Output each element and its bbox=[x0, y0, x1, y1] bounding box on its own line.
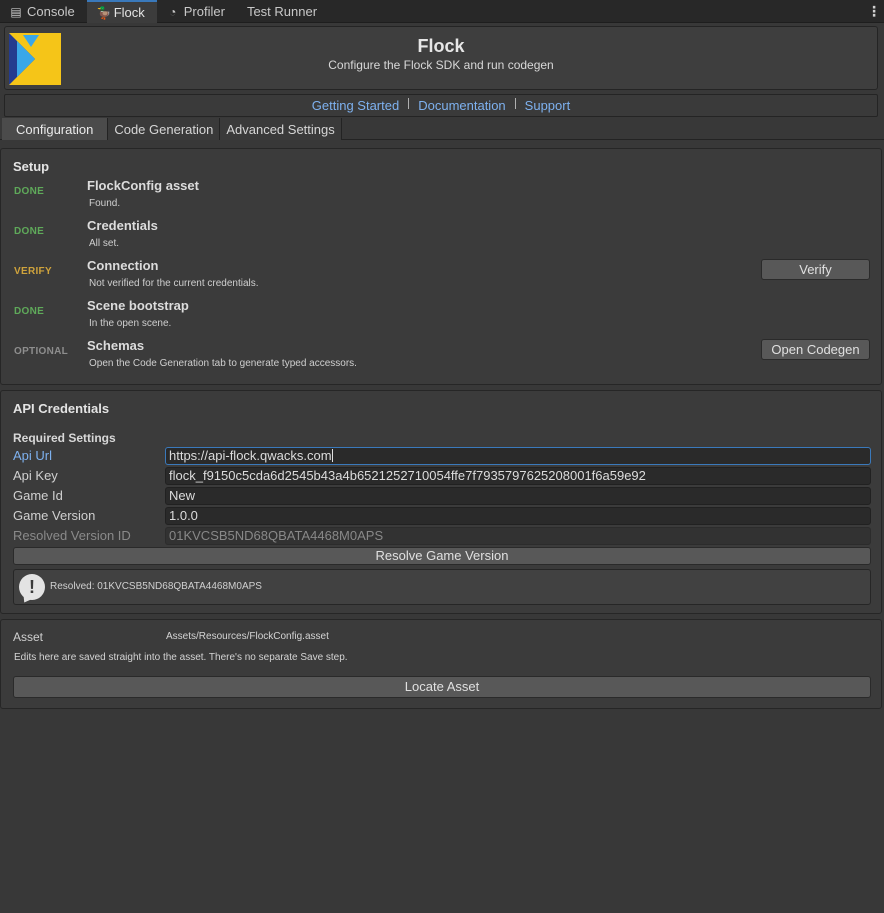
tab-configuration[interactable]: Configuration bbox=[2, 118, 109, 140]
tab-advanced-settings[interactable]: Advanced Settings bbox=[220, 118, 342, 140]
setup-row-title: Scene bootstrap bbox=[87, 298, 189, 313]
setup-row-credentials: DONE Credentials All set. bbox=[1, 218, 881, 258]
asset-panel: Asset Assets/Resources/FlockConfig.asset… bbox=[0, 619, 882, 709]
setup-row-title: FlockConfig asset bbox=[87, 178, 199, 193]
setup-row-scene-bootstrap: DONE Scene bootstrap In the open scene. bbox=[1, 298, 881, 338]
setup-panel: Setup DONE FlockConfig asset Found. DONE… bbox=[0, 148, 882, 385]
editor-window-tabs: ▤ Console 🦆 Flock ◔ Profiler Test Runner… bbox=[0, 0, 884, 23]
setup-row-desc: Found. bbox=[89, 198, 121, 209]
asset-label: Asset bbox=[13, 630, 44, 644]
help-links-bar: Getting Started Documentation Support bbox=[4, 94, 878, 117]
documentation-link[interactable]: Documentation bbox=[412, 98, 511, 113]
status-badge: DONE bbox=[14, 306, 45, 317]
game-version-label: Game Version bbox=[13, 508, 96, 523]
game-id-input[interactable]: New bbox=[165, 487, 871, 505]
game-id-label: Game Id bbox=[13, 488, 63, 503]
section-tabs: Configuration Code Generation Advanced S… bbox=[0, 118, 884, 140]
api-key-input[interactable]: flock_f9150c5cda6d2545b43a4b652125271005… bbox=[165, 467, 871, 485]
editor-tab-profiler[interactable]: ◔ Profiler bbox=[157, 0, 237, 23]
setup-row-desc: In the open scene. bbox=[89, 318, 172, 329]
duck-icon: 🦆 bbox=[96, 5, 112, 20]
api-url-input[interactable]: https://api-flock.qwacks.com bbox=[165, 447, 871, 465]
resolved-version-field: 01KVCSB5ND68QBATA4468M0APS bbox=[165, 527, 871, 545]
asset-note: Edits here are saved straight into the a… bbox=[14, 652, 348, 663]
text-caret bbox=[331, 449, 333, 462]
asset-path: Assets/Resources/FlockConfig.asset bbox=[166, 631, 329, 642]
setup-row-title: Credentials bbox=[87, 218, 158, 233]
setup-title: Setup bbox=[13, 159, 50, 174]
setup-row-desc: Open the Code Generation tab to generate… bbox=[89, 358, 357, 369]
profiler-gauge-icon: ◔ bbox=[169, 4, 177, 19]
console-icon: ▤ bbox=[10, 4, 22, 19]
tab-code-generation[interactable]: Code Generation bbox=[108, 118, 221, 140]
game-version-input[interactable]: 1.0.0 bbox=[165, 507, 871, 525]
link-divider bbox=[514, 98, 516, 109]
editor-tab-label: Console bbox=[27, 4, 75, 19]
editor-tab-console[interactable]: ▤ Console bbox=[0, 0, 87, 23]
setup-row-title: Connection bbox=[87, 258, 159, 273]
flock-header: Flock Configure the Flock SDK and run co… bbox=[4, 26, 878, 90]
support-link[interactable]: Support bbox=[519, 98, 577, 113]
status-badge: OPTIONAL bbox=[14, 346, 69, 357]
header-title: Flock bbox=[417, 36, 465, 56]
setup-row-config-asset: DONE FlockConfig asset Found. bbox=[1, 178, 881, 218]
required-settings-title: Required Settings bbox=[13, 431, 116, 445]
editor-tab-label: Test Runner bbox=[246, 4, 318, 19]
status-badge: DONE bbox=[14, 226, 45, 237]
api-url-value: https://api-flock.qwacks.com bbox=[169, 448, 332, 463]
open-codegen-button[interactable]: Open Codegen bbox=[761, 339, 870, 360]
status-badge: VERIFY bbox=[14, 266, 52, 277]
api-key-label: Api Key bbox=[13, 468, 58, 483]
setup-row-desc: All set. bbox=[89, 238, 120, 249]
resolved-version-label: Resolved Version ID bbox=[13, 528, 131, 543]
editor-tab-label: Profiler bbox=[183, 4, 225, 19]
kebab-menu-icon[interactable]: ⋮ bbox=[864, 0, 884, 22]
editor-tab-label: Flock bbox=[113, 5, 145, 20]
api-credentials-panel: API Credentials Required Settings Api Ur… bbox=[0, 390, 882, 614]
verify-button[interactable]: Verify bbox=[761, 259, 870, 280]
locate-asset-button[interactable]: Locate Asset bbox=[13, 676, 871, 698]
info-exclamation-icon: ! bbox=[19, 574, 45, 600]
resolved-info-text: Resolved: 01KVCSB5ND68QBATA4468M0APS bbox=[50, 581, 262, 592]
credentials-title: API Credentials bbox=[13, 401, 110, 416]
setup-row-title: Schemas bbox=[87, 338, 145, 353]
api-url-label: Api Url bbox=[13, 448, 53, 463]
editor-tab-test-runner[interactable]: Test Runner bbox=[237, 0, 329, 23]
resolved-info-box: ! Resolved: 01KVCSB5ND68QBATA4468M0APS bbox=[13, 569, 871, 605]
header-subtitle: Configure the Flock SDK and run codegen bbox=[328, 58, 554, 72]
getting-started-link[interactable]: Getting Started bbox=[306, 98, 405, 113]
setup-row-schemas: OPTIONAL Schemas Open the Code Generatio… bbox=[1, 338, 881, 378]
status-badge: DONE bbox=[14, 186, 45, 197]
setup-row-desc: Not verified for the current credentials… bbox=[89, 278, 259, 289]
setup-row-connection: VERIFY Connection Not verified for the c… bbox=[1, 258, 881, 298]
editor-tab-flock[interactable]: 🦆 Flock bbox=[86, 0, 157, 23]
link-divider bbox=[408, 98, 410, 109]
tab-bar-spacer bbox=[329, 0, 864, 22]
resolve-game-version-button[interactable]: Resolve Game Version bbox=[13, 547, 871, 565]
